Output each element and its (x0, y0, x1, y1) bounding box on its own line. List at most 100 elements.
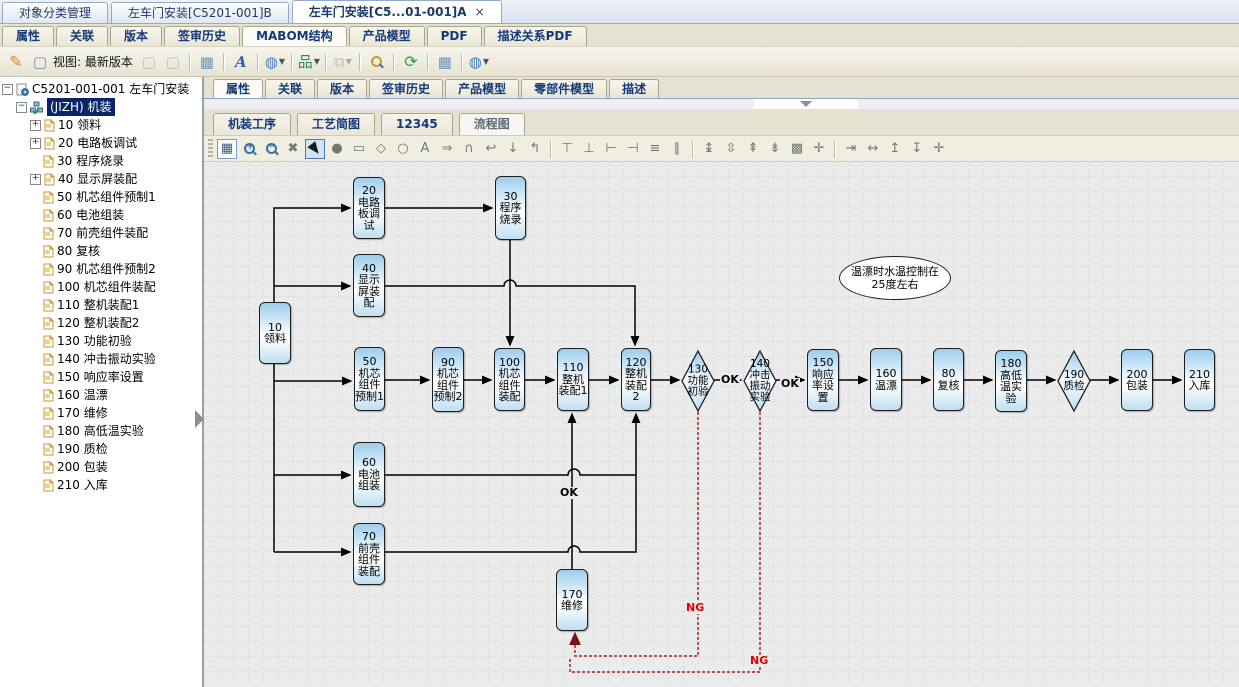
flow-node-170[interactable]: 170维修 (556, 569, 588, 631)
zoom-out-icon[interactable]: − (261, 139, 281, 159)
panel-collapse-handle[interactable] (754, 99, 858, 109)
window-tab-2[interactable]: 左车门安装[C5...01-001]A× (292, 0, 502, 23)
doc-tab-4[interactable]: MABOM结构 (242, 26, 347, 46)
edit-pencil-icon[interactable]: ✎ (5, 51, 27, 73)
tree-expander-icon[interactable]: − (16, 102, 27, 113)
flow-node-120[interactable]: 120整机装配2 (621, 348, 651, 411)
flow-node-190[interactable]: 190质检 (1058, 351, 1090, 411)
align-bottom-icon[interactable]: ⊥ (579, 139, 599, 159)
diamond-tool-icon[interactable]: ◇ (371, 139, 391, 159)
tree-item-14[interactable]: 150 响应率设置 (0, 368, 202, 386)
doc-tab-2[interactable]: 版本 (110, 26, 162, 46)
align-left-icon[interactable]: ⊢ (601, 139, 621, 159)
tree-item-7[interactable]: 80 复核 (0, 242, 202, 260)
collapse-horizontal-icon[interactable]: ⇥ (841, 139, 861, 159)
expand-horizontal-icon[interactable]: ↔ (863, 139, 883, 159)
tree-item-15[interactable]: 160 温漂 (0, 386, 202, 404)
tree-item-2[interactable]: 30 程序烧录 (0, 152, 202, 170)
database-add-icon[interactable]: ◍▼ (264, 51, 286, 73)
doc-tab-0[interactable]: 属性 (2, 26, 54, 46)
window-tab-0[interactable]: 对象分类管理 (2, 2, 108, 23)
close-icon[interactable]: × (475, 5, 485, 19)
tree-item-9[interactable]: 100 机芯组件装配 (0, 278, 202, 296)
tree-item-12[interactable]: 130 功能初验 (0, 332, 202, 350)
shrink-vertical-icon[interactable]: ⇞ (743, 139, 763, 159)
u-connector-icon[interactable]: ∩ (459, 139, 479, 159)
select-cursor-icon[interactable] (305, 139, 325, 159)
sub-tab-2[interactable]: 12345 (381, 113, 453, 135)
flow-node-10[interactable]: 10领料 (259, 302, 291, 364)
tree-item-8[interactable]: 90 机芯组件预制2 (0, 260, 202, 278)
flow-node-60[interactable]: 60电池组装 (353, 442, 385, 507)
resize-icon[interactable]: ✛ (809, 139, 829, 159)
tree-item-18[interactable]: 190 质检 (0, 440, 202, 458)
tree-item-1[interactable]: +20 电路板调试 (0, 134, 202, 152)
flow-node-70[interactable]: 70前壳组件装配 (353, 523, 385, 585)
tree-group-item[interactable]: −(JIZH) 机装 (0, 98, 202, 116)
ellipse-tool-icon[interactable]: ● (327, 139, 347, 159)
flow-node-150[interactable]: 150响应率设置 (807, 349, 839, 411)
tree-item-19[interactable]: 200 包装 (0, 458, 202, 476)
stretch-up-icon[interactable]: ↥ (885, 139, 905, 159)
down-connector-icon[interactable]: ↓ (503, 139, 523, 159)
align-right-icon[interactable]: ⊣ (623, 139, 643, 159)
flow-node-30[interactable]: 30程序烧录 (495, 176, 526, 240)
flow-node-90[interactable]: 90机芯组件预制2 (432, 347, 464, 412)
stretch-down-icon[interactable]: ↧ (907, 139, 927, 159)
tree-item-20[interactable]: 210 入库 (0, 476, 202, 494)
delete-icon[interactable]: ✖ (283, 139, 303, 159)
tree-item-3[interactable]: +40 显示屏装配 (0, 170, 202, 188)
grid-view-icon[interactable]: ▦ (217, 139, 237, 159)
doc-tab-3[interactable]: 签审历史 (164, 26, 240, 46)
sub-tab-0[interactable]: 机装工序 (213, 113, 291, 135)
expand-all-icon[interactable]: ✛ (929, 139, 949, 159)
distribute-icon[interactable]: ≡ (645, 139, 665, 159)
flow-node-40[interactable]: 40显示屏装配 (353, 254, 385, 317)
doc-tab-5[interactable]: 产品模型 (349, 26, 425, 46)
flow-node-200[interactable]: 200包装 (1121, 349, 1153, 411)
panel-tab-3[interactable]: 签审历史 (369, 79, 443, 98)
circle-tool-icon[interactable]: ○ (393, 139, 413, 159)
panel-tab-6[interactable]: 描述 (609, 79, 659, 98)
tree-root-item[interactable]: −C5201-001-001 左车门安装 (0, 80, 202, 98)
tree-item-4[interactable]: 50 机芯组件预制1 (0, 188, 202, 206)
grid-dark-icon[interactable]: ▩ (787, 139, 807, 159)
flow-node-50[interactable]: 50机芯组件预制1 (354, 347, 385, 411)
roundrect-tool-icon[interactable]: ▭ (349, 139, 369, 159)
font-icon[interactable]: A (230, 51, 252, 73)
refresh-icon[interactable]: ⟳ (400, 51, 422, 73)
panel-tab-2[interactable]: 版本 (317, 79, 367, 98)
panel-tab-1[interactable]: 关联 (265, 79, 315, 98)
center-icon[interactable]: ∥ (667, 139, 687, 159)
view-selector-label[interactable]: 视图: 最新版本 (53, 53, 133, 70)
folder-search-icon[interactable] (366, 51, 388, 73)
panel-tab-4[interactable]: 产品模型 (445, 79, 519, 98)
tree-item-5[interactable]: 60 电池组装 (0, 206, 202, 224)
flow-node-100[interactable]: 100机芯组件装配 (494, 348, 525, 411)
arrow-connector-icon[interactable]: ⇒ (437, 139, 457, 159)
doc-tab-1[interactable]: 关联 (56, 26, 108, 46)
tree-collapse-arrow-icon[interactable] (195, 410, 204, 428)
tree-item-6[interactable]: 70 前壳组件装配 (0, 224, 202, 242)
flow-node-210[interactable]: 210入库 (1184, 349, 1215, 411)
panel-tab-5[interactable]: 零部件模型 (521, 79, 607, 98)
flow-node-80[interactable]: 80复核 (933, 348, 964, 411)
tree-item-10[interactable]: 110 整机装配1 (0, 296, 202, 314)
view-page-icon[interactable]: ▢ (29, 51, 51, 73)
panel-tab-0[interactable]: 属性 (213, 79, 263, 98)
edit-grid2-icon[interactable]: ▦ (434, 51, 456, 73)
flow-node-160[interactable]: 160温漂 (870, 348, 902, 411)
doc-tab-7[interactable]: 描述关系PDF (484, 26, 587, 46)
flow-node-140[interactable]: 140冲击振动实验 (744, 351, 776, 411)
same-height-icon[interactable]: ↨ (699, 139, 719, 159)
flowchart-canvas[interactable]: 10领料20电路板调试30程序烧录40显示屏装配50机芯组件预制190机芯组件预… (204, 162, 1239, 687)
text-tool-icon[interactable]: A (415, 139, 435, 159)
tree-expander-icon[interactable]: + (30, 174, 41, 185)
flow-annotation-ellipse[interactable]: 温漂时水温控制在25度左右 (839, 256, 951, 300)
tree-expander-icon[interactable]: − (2, 84, 13, 95)
sub-tab-1[interactable]: 工艺简图 (297, 113, 375, 135)
tree-expander-icon[interactable]: + (30, 120, 41, 131)
tree-item-0[interactable]: +10 领料 (0, 116, 202, 134)
expand-vertical-icon[interactable]: ⇟ (765, 139, 785, 159)
flow-node-180[interactable]: 180高低温实验 (995, 350, 1027, 412)
